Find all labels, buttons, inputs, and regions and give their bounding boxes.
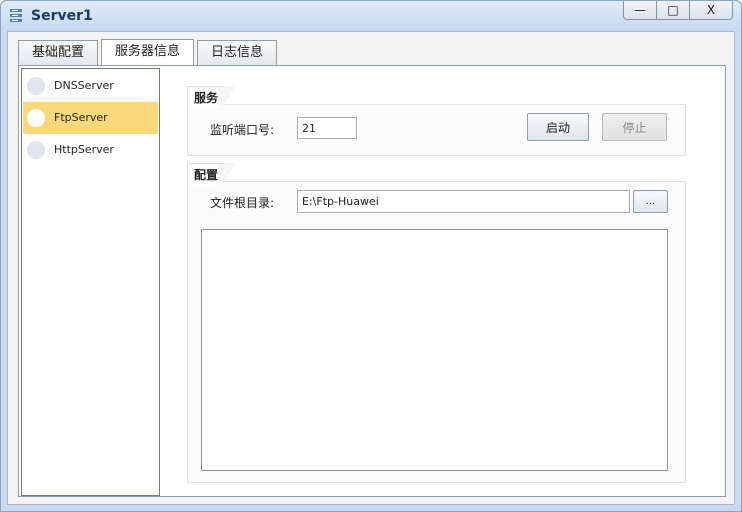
tab-strip: 基础配置 服务器信息 日志信息: [18, 39, 280, 66]
server-bullet-icon: [27, 77, 45, 95]
tab-basic-config[interactable]: 基础配置: [18, 40, 99, 65]
minimize-icon: —: [634, 3, 646, 17]
server-item-dns[interactable]: DNSServer: [23, 70, 158, 102]
root-dir-label: 文件根目录:: [210, 196, 275, 210]
window-client-area: 基础配置 服务器信息 日志信息 DNSServer FtpServer Http…: [7, 31, 735, 505]
service-section-title: 服务: [188, 88, 219, 108]
server-info-panel: DNSServer FtpServer HttpServer 服务 监听端口号:…: [18, 65, 726, 497]
config-section-title: 配置: [188, 165, 219, 185]
server-list[interactable]: DNSServer FtpServer HttpServer: [21, 68, 160, 496]
server-item-label: FtpServer: [54, 111, 108, 124]
stop-button[interactable]: 停止: [602, 113, 667, 141]
server-bullet-icon: [27, 109, 45, 127]
tab-log-info[interactable]: 日志信息: [197, 40, 278, 65]
server-app-icon: [10, 9, 22, 22]
maximize-button[interactable]: □: [656, 1, 690, 20]
server1-window: Server1 — □ X 基础配置 服务器信息 日志信息 DNSServer: [0, 0, 742, 512]
tab-server-info[interactable]: 服务器信息: [101, 39, 195, 66]
root-dir-input[interactable]: [297, 190, 630, 213]
title-bar[interactable]: Server1 — □ X: [1, 1, 741, 31]
server-item-http[interactable]: HttpServer: [23, 134, 158, 166]
port-label: 监听端口号:: [210, 123, 275, 137]
server-item-label: HttpServer: [54, 143, 114, 156]
start-button[interactable]: 启动: [527, 113, 589, 141]
server-bullet-icon: [27, 141, 45, 159]
port-input[interactable]: [297, 117, 357, 139]
close-button[interactable]: X: [689, 1, 733, 20]
browse-button[interactable]: ...: [633, 190, 668, 213]
minimize-button[interactable]: —: [623, 1, 657, 20]
close-icon: X: [706, 3, 716, 17]
maximize-icon: □: [667, 3, 679, 17]
server-item-ftp[interactable]: FtpServer: [23, 102, 158, 134]
file-list-area[interactable]: [201, 229, 668, 471]
window-controls: — □ X: [623, 1, 733, 21]
window-title: Server1: [31, 8, 93, 24]
server-item-label: DNSServer: [54, 79, 114, 92]
